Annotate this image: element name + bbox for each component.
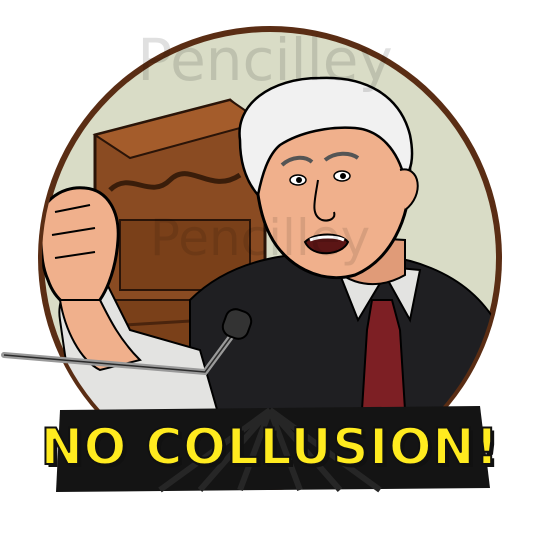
caption-area: NO COLLUSION! <box>0 404 540 490</box>
watermark-text: Pencilley <box>137 26 393 94</box>
caption-text: NO COLLUSION! <box>40 417 500 477</box>
sticker-illustration: Pencilley Pencilley NO COLLUSION! <box>0 0 540 540</box>
watermark-text-center: Pencilley <box>150 209 370 267</box>
